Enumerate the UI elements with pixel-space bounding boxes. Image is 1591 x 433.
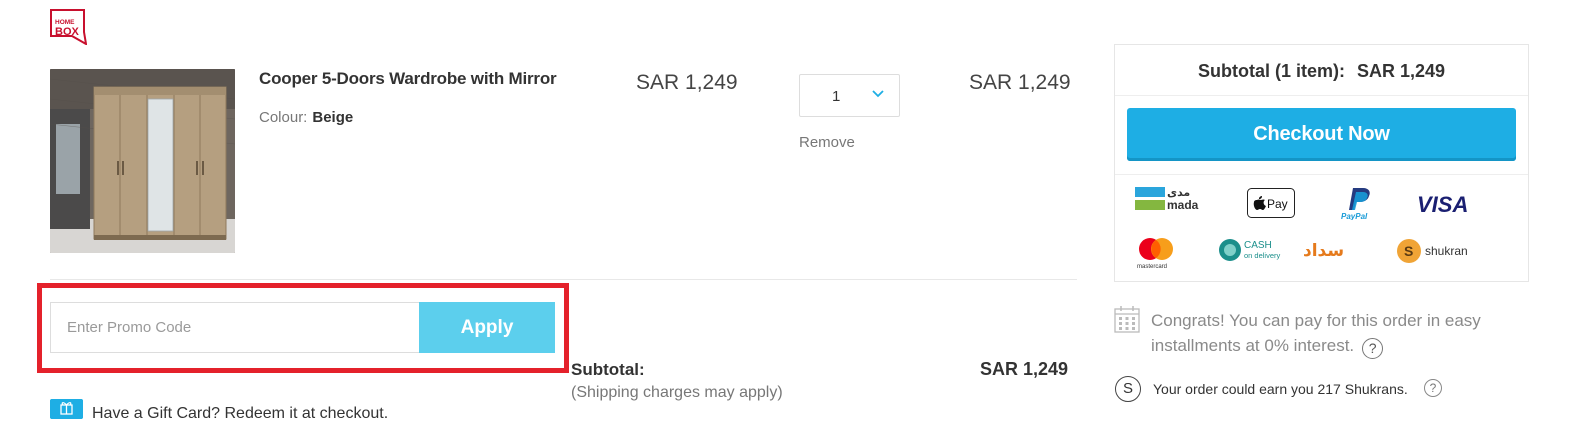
- product-name[interactable]: Cooper 5-Doors Wardrobe with Mirror: [259, 69, 557, 89]
- summary-divider: [1115, 174, 1528, 175]
- subtotal-label: Subtotal:: [571, 360, 645, 379]
- checkout-now-button[interactable]: Checkout Now: [1127, 108, 1516, 161]
- remove-item-link[interactable]: Remove: [799, 134, 855, 151]
- chevron-down-icon: [872, 90, 884, 98]
- installments-text: Congrats! You can pay for this order in …: [1151, 311, 1481, 355]
- paypal-label: PayPal: [1341, 212, 1368, 220]
- shukran-coin-icon: S: [1115, 376, 1141, 402]
- mastercard-icon: mastercard: [1137, 238, 1173, 270]
- apply-promo-button[interactable]: Apply: [419, 302, 555, 353]
- unit-price: SAR 1,249: [636, 71, 738, 94]
- colour-label: Colour:: [259, 109, 308, 126]
- product-colour: Colour: Beige: [259, 109, 353, 126]
- installments-message: Congrats! You can pay for this order in …: [1151, 308, 1511, 359]
- mada-icon: مدى mada: [1135, 186, 1199, 212]
- divider: [50, 279, 1077, 280]
- line-total: SAR 1,249: [969, 71, 1071, 94]
- cod-label-bottom: on delivery: [1244, 251, 1281, 260]
- mada-label: mada: [1167, 198, 1199, 212]
- summary-title: Subtotal (1 item): SAR 1,249: [1115, 61, 1528, 82]
- paypal-icon: PayPal: [1341, 188, 1370, 220]
- apple-pay-icon: Pay: [1247, 188, 1295, 218]
- summary-label: Subtotal (1 item):: [1197, 61, 1345, 81]
- homebox-logo[interactable]: HOME BOX: [50, 9, 87, 45]
- product-image[interactable]: [50, 69, 235, 253]
- promo-code-input[interactable]: [50, 302, 420, 353]
- summary-divider: [1115, 95, 1528, 96]
- gift-card-text: Have a Gift Card? Redeem it at checkout.: [92, 405, 389, 422]
- quantity-value: 1: [832, 88, 841, 105]
- logo-text-box: BOX: [55, 26, 80, 38]
- logo-text-home: HOME: [55, 19, 75, 26]
- shukran-earn-text: Your order could earn you 217 Shukrans.: [1153, 381, 1408, 397]
- apple-pay-label: Pay: [1267, 197, 1288, 211]
- shukran-label: shukran: [1425, 244, 1468, 258]
- shipping-note: (Shipping charges may apply): [571, 384, 783, 401]
- calendar-icon: [1114, 306, 1140, 333]
- visa-icon: VISA: [1417, 192, 1468, 217]
- installments-help-icon[interactable]: ?: [1362, 338, 1384, 359]
- sadad-icon: سداد: [1303, 241, 1344, 261]
- subtotal-amount: SAR 1,249: [980, 359, 1069, 379]
- shukran-icon: S shukran: [1397, 239, 1468, 263]
- cash-on-delivery-icon: CASH on delivery: [1219, 239, 1281, 261]
- colour-value: Beige: [312, 109, 354, 126]
- order-summary-card: Subtotal (1 item): SAR 1,249 Checkout Now…: [1114, 44, 1529, 282]
- summary-amount: SAR 1,249: [1356, 61, 1446, 81]
- cod-label-top: CASH: [1244, 240, 1272, 251]
- mastercard-label: mastercard: [1137, 264, 1167, 270]
- quantity-select[interactable]: 1: [799, 74, 900, 117]
- sadad-label: سداد: [1303, 241, 1344, 261]
- gift-icon: [50, 399, 83, 419]
- shukran-help-icon[interactable]: ?: [1424, 379, 1442, 397]
- svg-text:S: S: [1404, 243, 1413, 259]
- visa-label: VISA: [1417, 192, 1468, 217]
